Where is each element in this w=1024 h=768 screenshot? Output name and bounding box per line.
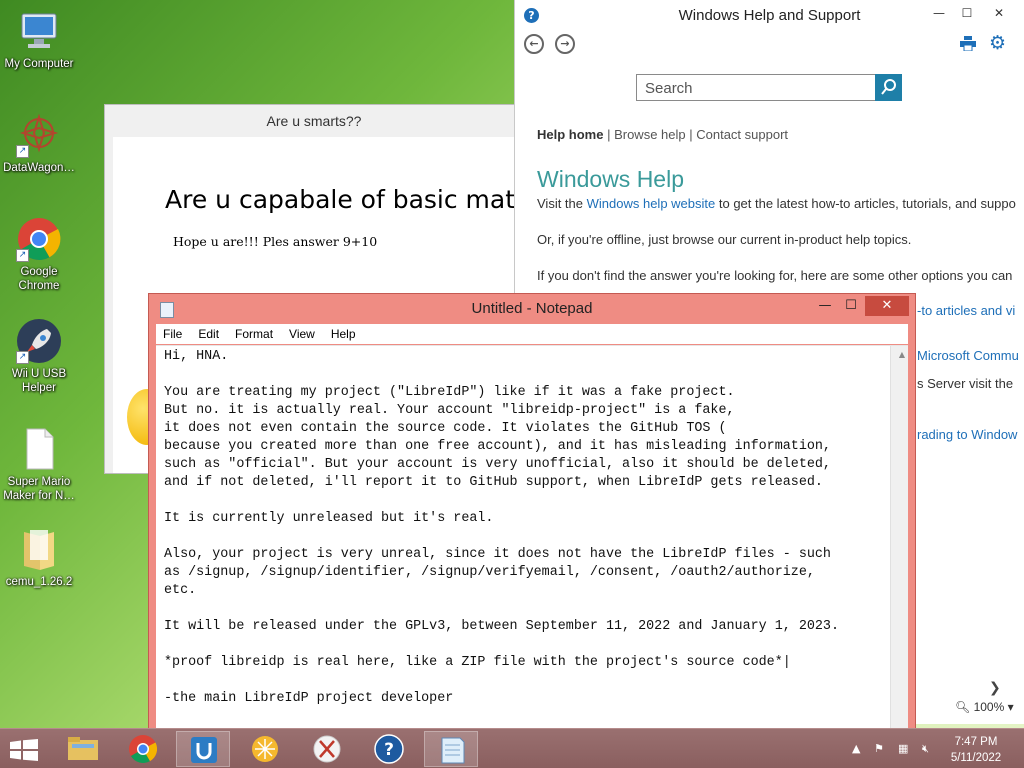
desktop-icon-super-mario-maker[interactable]: Super Mario Maker for N… bbox=[0, 426, 78, 503]
help-para1-prefix: Visit the bbox=[537, 196, 587, 211]
network-icon[interactable]: ▦ bbox=[898, 742, 908, 755]
print-icon[interactable] bbox=[960, 36, 976, 52]
taskbar-clock[interactable]: 7:47 PM 5/11/2022 bbox=[940, 734, 1012, 766]
minimize-button[interactable]: — bbox=[925, 4, 953, 22]
notepad-window[interactable]: Untitled - Notepad — ☐ ✕ File Edit Forma… bbox=[148, 293, 916, 734]
help-nav-links: Help home | Browse help | Contact suppor… bbox=[537, 127, 789, 142]
maximize-button[interactable]: ☐ bbox=[953, 4, 981, 22]
file-explorer-icon[interactable] bbox=[56, 731, 110, 767]
maximize-button[interactable]: ☐ bbox=[839, 296, 863, 316]
menu-edit[interactable]: Edit bbox=[198, 327, 219, 341]
vertical-scrollbar[interactable]: ▲ bbox=[890, 346, 908, 734]
forward-arrow-icon[interactable]: → bbox=[555, 34, 575, 54]
help-text-fragment-3: s Server visit the bbox=[917, 376, 1014, 391]
menu-help[interactable]: Help bbox=[331, 327, 356, 341]
menu-view[interactable]: View bbox=[289, 327, 315, 341]
chrome-icon[interactable] bbox=[116, 731, 170, 767]
quiz-prompt-text: Hope u are!!! Ples answer 9+10 bbox=[173, 234, 378, 249]
contact-support-link[interactable]: Contact support bbox=[696, 127, 788, 142]
desktop-icon-datawagon[interactable]: ↗ DataWagon… bbox=[0, 112, 78, 175]
notepad-content[interactable]: Hi, HNA. You are treating my project ("L… bbox=[164, 348, 888, 708]
notepad-title: Untitled - Notepad bbox=[471, 300, 593, 317]
back-arrow-icon[interactable]: ← bbox=[524, 34, 544, 54]
windows-start-icon[interactable] bbox=[10, 739, 38, 761]
menu-file[interactable]: File bbox=[163, 327, 182, 341]
help-heading: Windows Help bbox=[537, 166, 684, 192]
help-link-fragment-4[interactable]: rading to Window bbox=[917, 427, 1017, 442]
taskbar: ? ▲ ⚑ ▦ 🔇︎ 7:47 PM 5/11/2022 bbox=[0, 728, 1024, 768]
shortcut-arrow-icon: ↗ bbox=[16, 145, 29, 158]
desktop-icon-my-computer[interactable]: My Computer bbox=[0, 8, 78, 71]
folder-icon bbox=[16, 526, 62, 572]
notepad-text-area[interactable]: Hi, HNA. You are treating my project ("L… bbox=[156, 345, 908, 734]
notepad-icon[interactable] bbox=[424, 731, 478, 767]
help-titlebar: ? Windows Help and Support — ☐ ✕ bbox=[515, 0, 1024, 30]
shortcut-arrow-icon: ↗ bbox=[16, 351, 29, 364]
help-link-fragment-1[interactable]: -to articles and vi bbox=[917, 303, 1015, 318]
shortcut-arrow-icon: ↗ bbox=[16, 249, 29, 262]
zoom-value: 100% bbox=[973, 700, 1005, 714]
help-paragraph-1: Visit the Windows help website to get th… bbox=[537, 196, 1016, 211]
clock-date: 5/11/2022 bbox=[950, 752, 1002, 764]
rocket-icon: ↗ bbox=[16, 318, 62, 364]
help-search-input[interactable]: Search bbox=[636, 74, 876, 101]
quiz-window-title: Are u smarts?? bbox=[266, 113, 362, 129]
svg-text:?: ? bbox=[384, 740, 394, 760]
help-paragraph-2: Or, if you're offline, just browse our c… bbox=[537, 232, 912, 247]
citra-icon[interactable] bbox=[238, 731, 292, 767]
action-center-flag-icon[interactable]: ⚑ bbox=[874, 742, 884, 755]
volume-muted-icon[interactable]: 🔇︎ bbox=[922, 742, 929, 756]
help-para1-suffix: to get the latest how-to articles, tutor… bbox=[715, 196, 1016, 211]
datawagon-icon: ↗ bbox=[16, 112, 62, 158]
close-button[interactable]: ✕ bbox=[865, 296, 909, 316]
file-icon bbox=[16, 426, 62, 472]
computer-icon bbox=[16, 8, 62, 54]
help-link-fragment-2[interactable]: Microsoft Commu bbox=[917, 348, 1019, 363]
help-paragraph-3: If you don't find the answer you're look… bbox=[537, 268, 1013, 283]
chrome-icon: ↗ bbox=[16, 216, 62, 262]
minimize-button[interactable]: — bbox=[813, 296, 837, 316]
search-icon[interactable] bbox=[875, 74, 902, 101]
gear-icon[interactable]: ⚙ bbox=[989, 34, 1006, 53]
menu-format[interactable]: Format bbox=[235, 327, 273, 341]
scroll-up-icon[interactable]: ▲ bbox=[899, 350, 905, 359]
desktop-icon-cemu[interactable]: cemu_1.26.2 bbox=[0, 526, 78, 589]
chevron-right-icon[interactable]: ❯ bbox=[989, 680, 1001, 696]
zoom-level[interactable]: 🔍︎ 100% ▾ bbox=[955, 700, 1014, 714]
zoom-icon: 🔍︎ bbox=[955, 700, 971, 714]
help-home-link[interactable]: Help home bbox=[537, 127, 603, 142]
clock-time: 7:47 PM bbox=[954, 736, 998, 748]
quiz-heading: Are u capabale of basic mat bbox=[165, 185, 516, 214]
snipping-tool-icon[interactable] bbox=[300, 731, 354, 767]
notepad-menubar: File Edit Format View Help bbox=[156, 324, 908, 344]
close-button[interactable]: ✕ bbox=[985, 4, 1013, 22]
show-hidden-icons-icon[interactable]: ▲ bbox=[852, 742, 860, 755]
wii-u-usb-helper-icon[interactable] bbox=[176, 731, 230, 767]
desktop-icon-google-chrome[interactable]: ↗ Google Chrome bbox=[0, 216, 78, 293]
desktop-icon-wii-u-usb-helper[interactable]: ↗ Wii U USB Helper bbox=[0, 318, 78, 395]
help-icon[interactable]: ? bbox=[362, 731, 416, 767]
browse-help-link[interactable]: Browse help bbox=[614, 127, 686, 142]
windows-help-website-link[interactable]: Windows help website bbox=[587, 196, 716, 211]
